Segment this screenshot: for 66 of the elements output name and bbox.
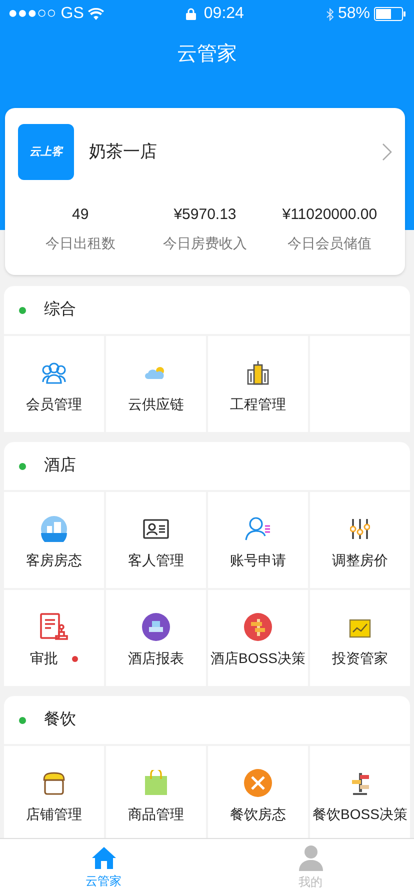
stat-value: ¥5970.13 [174,205,236,225]
tile-label: 店铺管理 [26,805,82,824]
tile-label: 调整房价 [332,551,388,570]
tile-label: 审批 [30,649,58,668]
tile-label: 餐饮房态 [230,805,286,824]
tile-label: 酒店报表 [128,649,184,668]
menu-tile[interactable]: 调整房价 [310,492,410,588]
section-title: 综合 [44,300,76,320]
tile-label: 商品管理 [128,805,184,824]
sliders-icon [350,518,370,540]
id-card-icon [143,519,169,539]
menu-tile[interactable]: 客人管理 [106,492,206,588]
app-logo: 云上客 [18,124,74,180]
lock-icon [186,8,196,20]
menu-tile[interactable]: 客房房态 [4,492,104,588]
cloud-sun-icon [145,366,167,380]
menu-tile[interactable]: 云供应链 [106,336,206,432]
stat-value: ¥11020000.00 [282,205,378,225]
building-icon [41,516,67,542]
store-name: 奶茶一店 [89,141,158,164]
tile-label: 客房房态 [26,551,82,570]
shop-icon [42,771,66,795]
stat-label: 今日出租数 [45,234,116,252]
document-stamp-icon [40,613,68,641]
signal-carrier: ●●●○○ GS [8,4,84,24]
menu-tile[interactable]: 会员管理 [4,336,104,432]
chevron-right-icon [382,143,392,161]
tile-label: 账号申请 [230,551,286,570]
user-icon [245,517,271,541]
signpost-icon [244,613,272,641]
battery-percent: 58% [338,4,370,24]
report-icon [142,613,170,641]
fork-knife-icon [244,769,272,797]
menu-tile[interactable]: 商品管理 [106,746,206,838]
building-icon [247,361,269,385]
tile-label: 工程管理 [230,395,286,414]
tile-label: 会员管理 [26,395,82,414]
tile-label: 酒店BOSS决策 [210,649,306,668]
battery-icon [374,7,406,21]
tile-label: 云供应链 [128,395,184,414]
menu-tile[interactable]: 投资管家 [310,590,410,686]
wifi-icon [88,8,104,20]
clock: 09:24 [204,4,244,24]
tile-label: 客人管理 [128,551,184,570]
tile-label: 餐饮BOSS决策 [312,805,408,824]
section-title: 酒店 [44,456,76,476]
store-card[interactable]: 云上客 奶茶一店 49 今日出租数 ¥5970.13 今日房费收入 ¥11020000.00 今日会员储值 [5,108,405,275]
menu-tile[interactable]: 酒店报表 [106,590,206,686]
home-icon [90,846,116,870]
shopping-bag-icon [144,770,168,796]
page-title: 云管家 [177,42,237,67]
menu-tile[interactable]: 工程管理 [208,336,308,432]
stat-label: 今日会员储值 [288,234,372,252]
stat-label: 今日房费收入 [162,234,247,252]
menu-tile[interactable]: 审批 [4,590,104,686]
bluetooth-icon [326,8,334,20]
person-icon [298,844,324,870]
menu-tile[interactable]: 餐饮BOSS决策 [310,746,410,838]
section-title: 餐饮 [44,710,76,730]
tile-label: 投资管家 [332,649,388,668]
menu-tile[interactable]: 餐饮房态 [208,746,308,838]
menu-tile[interactable]: 酒店BOSS决策 [208,590,308,686]
menu-tile[interactable]: 店铺管理 [4,746,104,838]
people-icon [41,362,67,384]
stat-value: 49 [72,205,89,225]
menu-tile[interactable]: 账号申请 [208,492,308,588]
